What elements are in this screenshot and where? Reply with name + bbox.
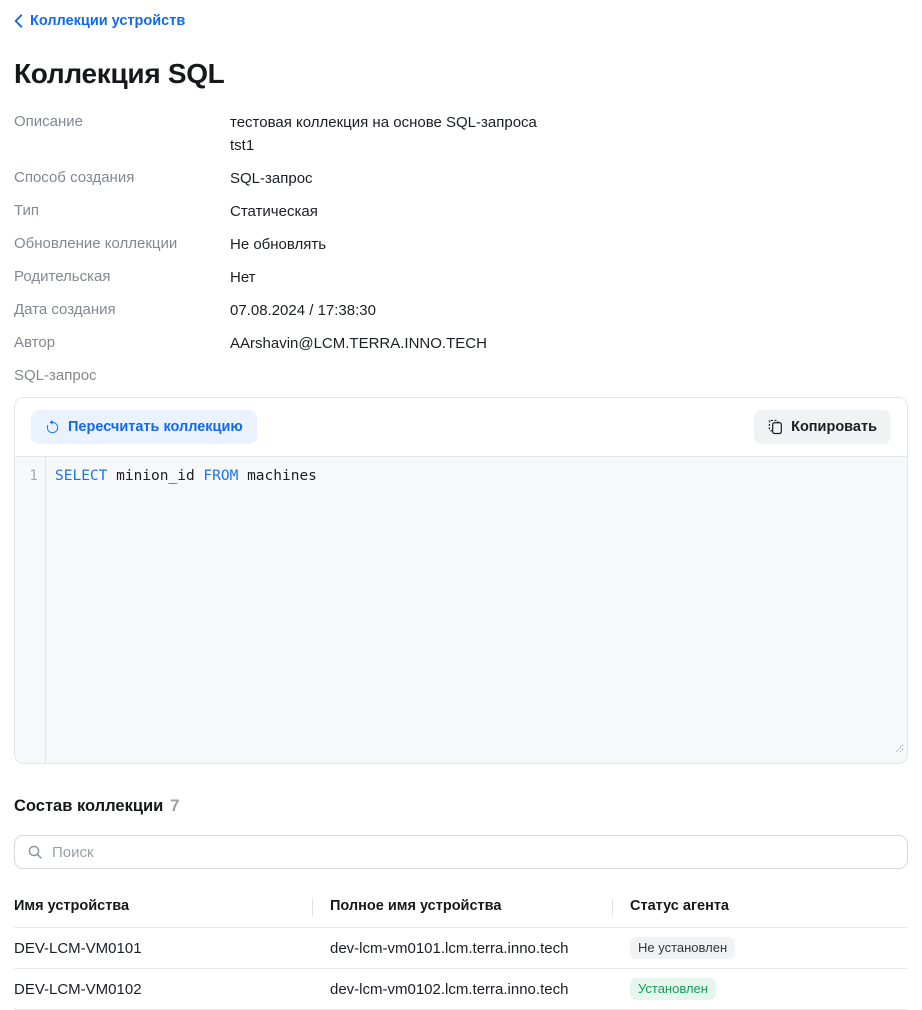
device-name-cell: DEV-LCM-VM0102 xyxy=(14,981,312,998)
detail-label: Автор xyxy=(14,332,230,355)
agent-status-cell: Не установлен xyxy=(612,937,908,959)
header-device-name: Имя устройства xyxy=(14,898,312,914)
detail-row-creation-method: Способ создания SQL-запрос xyxy=(14,167,908,190)
resize-grip-icon[interactable] xyxy=(893,739,904,760)
detail-label: Дата создания xyxy=(14,299,230,322)
composition-count: 7 xyxy=(170,797,179,816)
detail-value: Не обновлять xyxy=(230,233,326,256)
detail-value: SQL-запрос xyxy=(230,167,313,190)
status-badge: Установлен xyxy=(630,978,716,1000)
copy-button[interactable]: Копировать xyxy=(754,410,891,444)
detail-value: тестовая коллекция на основе SQL-запроса… xyxy=(230,111,540,157)
sql-token-plain: minion_id xyxy=(107,468,203,484)
detail-label: Обновление коллекции xyxy=(14,233,230,256)
detail-value: 07.08.2024 / 17:38:30 xyxy=(230,299,376,322)
detail-row-author: Автор AArshavin@LCM.TERRA.INNO.TECH xyxy=(14,332,908,355)
detail-label: Описание xyxy=(14,111,230,157)
agent-status-cell: Установлен xyxy=(612,978,908,1000)
detail-value: AArshavin@LCM.TERRA.INNO.TECH xyxy=(230,332,487,355)
detail-row-parent: Родительская Нет xyxy=(14,266,908,289)
device-fqdn-cell: dev-lcm-vm0101.lcm.terra.inno.tech xyxy=(312,940,612,957)
sql-query-panel: Пересчитать коллекцию Копировать 1 SELEC… xyxy=(14,397,908,764)
status-badge: Не установлен xyxy=(630,937,735,959)
sql-toolbar: Пересчитать коллекцию Копировать xyxy=(15,398,907,456)
detail-value: Статическая xyxy=(230,200,318,223)
copy-button-label: Копировать xyxy=(791,419,877,435)
device-name-cell: DEV-LCM-VM0101 xyxy=(14,940,312,957)
page-container: Коллекции устройств Коллекция SQL Описан… xyxy=(0,0,922,1010)
sql-token-keyword: SELECT xyxy=(55,468,107,484)
search-input[interactable] xyxy=(52,844,895,861)
detail-row-type: Тип Статическая xyxy=(14,200,908,223)
recalculate-button-label: Пересчитать коллекцию xyxy=(68,419,243,435)
detail-row-sql-query: SQL-запрос xyxy=(14,365,908,387)
detail-label: Родительская xyxy=(14,266,230,289)
sql-token-plain: machines xyxy=(238,468,317,484)
sql-token-keyword: FROM xyxy=(203,468,238,484)
chevron-left-icon xyxy=(14,14,23,28)
refresh-icon xyxy=(45,420,60,435)
detail-label: SQL-запрос xyxy=(14,365,230,387)
breadcrumb-label: Коллекции устройств xyxy=(30,13,185,29)
device-fqdn-cell: dev-lcm-vm0102.lcm.terra.inno.tech xyxy=(312,981,612,998)
table-row[interactable]: DEV-LCM-VM0101 dev-lcm-vm0101.lcm.terra.… xyxy=(14,928,908,969)
detail-label: Тип xyxy=(14,200,230,223)
search-icon xyxy=(27,844,43,860)
sql-code-editor[interactable]: 1 SELECT minion_id FROM machines xyxy=(15,456,907,763)
device-search[interactable] xyxy=(14,835,908,869)
composition-title-text: Состав коллекции xyxy=(14,797,163,816)
code-line: SELECT minion_id FROM machines xyxy=(46,457,317,763)
header-device-fqdn: Полное имя устройства xyxy=(312,898,612,914)
back-breadcrumb-link[interactable]: Коллекции устройств xyxy=(14,13,185,29)
detail-row-update: Обновление коллекции Не обновлять xyxy=(14,233,908,256)
table-header-row: Имя устройства Полное имя устройства Ста… xyxy=(14,894,908,928)
composition-section-title: Состав коллекции 7 xyxy=(14,797,908,816)
page-title: Коллекция SQL xyxy=(14,58,908,90)
collection-details: Описание тестовая коллекция на основе SQ… xyxy=(14,111,908,387)
detail-row-created-date: Дата создания 07.08.2024 / 17:38:30 xyxy=(14,299,908,322)
header-agent-status: Статус агента xyxy=(612,898,908,914)
detail-value: Нет xyxy=(230,266,256,289)
code-line-number: 1 xyxy=(15,457,46,763)
recalculate-collection-button[interactable]: Пересчитать коллекцию xyxy=(31,410,257,444)
devices-table: Имя устройства Полное имя устройства Ста… xyxy=(14,894,908,1010)
table-row[interactable]: DEV-LCM-VM0102 dev-lcm-vm0102.lcm.terra.… xyxy=(14,969,908,1010)
detail-label: Способ создания xyxy=(14,167,230,190)
detail-row-description: Описание тестовая коллекция на основе SQ… xyxy=(14,111,908,157)
copy-icon xyxy=(768,419,783,435)
